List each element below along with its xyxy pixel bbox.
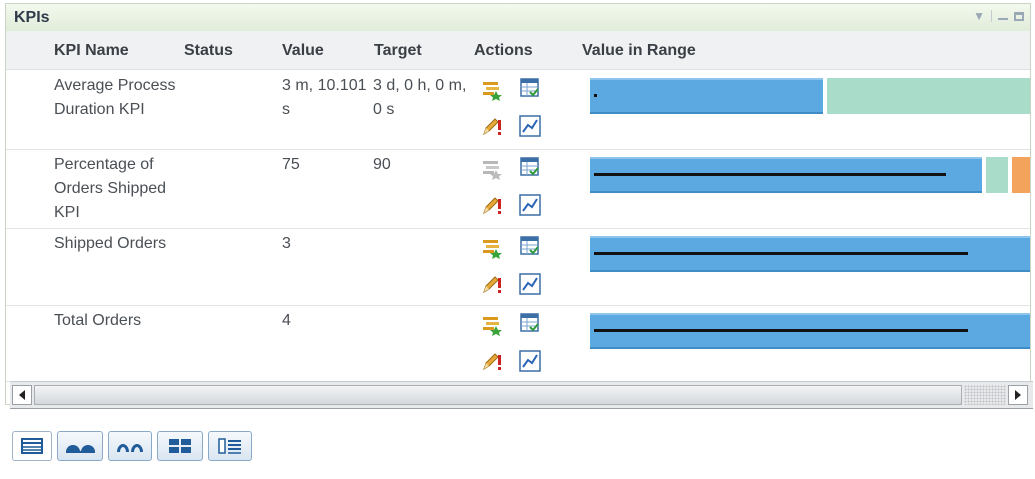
edit-alert-icon[interactable] <box>480 193 504 217</box>
kpi-value-cell: 75 <box>282 156 300 173</box>
column-header-kpi-name[interactable]: KPI Name <box>54 42 129 60</box>
value-in-range-bar <box>590 313 1030 349</box>
edit-alert-icon[interactable] <box>480 349 504 373</box>
scroll-right-button[interactable] <box>1008 385 1028 405</box>
value-indicator-line <box>594 252 968 255</box>
dropdown-arrow-icon[interactable]: ▼ <box>973 10 985 22</box>
kpis-panel: KPIs ▼ KPI Name Status Value Target Acti… <box>5 3 1033 409</box>
set-target-icon <box>480 157 504 181</box>
maximize-icon[interactable] <box>1014 11 1024 21</box>
view-details-icon[interactable] <box>518 234 542 258</box>
value-in-range-bar <box>590 157 1030 193</box>
column-header-target[interactable]: Target <box>374 42 422 60</box>
list-view-icon <box>218 438 241 454</box>
kpi-value-cell: 3 <box>282 235 291 252</box>
view-chart-icon[interactable] <box>518 272 542 296</box>
list-view-button[interactable] <box>208 431 252 461</box>
range-band-mid <box>827 78 1030 114</box>
scroll-left-button[interactable] <box>12 385 32 405</box>
column-header-status[interactable]: Status <box>184 42 233 60</box>
dial-gauge-view-icon <box>66 445 95 453</box>
scrollbar-track[interactable] <box>964 385 1006 405</box>
set-target-icon[interactable] <box>480 313 504 337</box>
column-header-value-in-range[interactable]: Value in Range <box>582 42 696 60</box>
half-gauge-view-icon <box>117 444 143 452</box>
table-row[interactable]: Percentage of Orders Shipped KPI 75 90 <box>6 149 1030 229</box>
panel-controls: ▼ <box>973 10 1024 22</box>
kpi-name-cell: Percentage of Orders Shipped KPI <box>54 156 167 221</box>
range-band-mid <box>986 157 1008 193</box>
view-chart-icon[interactable] <box>518 193 542 217</box>
table-header: KPI Name Status Value Target Actions Val… <box>6 31 1030 70</box>
grid-view-button[interactable] <box>157 431 203 461</box>
view-details-icon[interactable] <box>518 76 542 100</box>
range-band-high <box>1012 157 1030 193</box>
value-in-range-bar <box>590 78 1030 114</box>
view-chart-icon[interactable] <box>518 349 542 373</box>
table-view-icon <box>21 438 43 454</box>
kpi-value-cell: 3 m, 10.101 s <box>282 77 367 118</box>
arrow-left-icon <box>19 390 25 400</box>
value-indicator-line <box>594 329 968 332</box>
range-band-low <box>590 78 823 114</box>
edit-alert-icon[interactable] <box>480 114 504 138</box>
column-header-actions[interactable]: Actions <box>474 42 533 60</box>
table-row[interactable]: Shipped Orders 3 <box>6 228 1030 306</box>
panel-titlebar: KPIs ▼ <box>6 4 1030 32</box>
value-in-range-bar <box>590 236 1030 272</box>
edit-alert-icon[interactable] <box>480 272 504 296</box>
table-view-button[interactable] <box>12 431 52 461</box>
set-target-icon[interactable] <box>480 236 504 260</box>
value-indicator-line <box>594 173 946 176</box>
kpi-target-cell: 90 <box>373 156 391 173</box>
kpi-name-cell: Average Process Duration KPI <box>54 77 176 118</box>
panel-title: KPIs <box>14 9 50 26</box>
view-details-icon[interactable] <box>518 311 542 335</box>
set-target-icon[interactable] <box>480 78 504 102</box>
arrow-right-icon <box>1015 390 1021 400</box>
minimize-icon[interactable] <box>998 18 1008 20</box>
horizontal-scrollbar[interactable] <box>10 381 1033 409</box>
view-details-icon[interactable] <box>518 155 542 179</box>
value-indicator-line <box>594 94 597 97</box>
kpi-value-cell: 4 <box>282 312 291 329</box>
column-header-value[interactable]: Value <box>282 42 324 60</box>
dial-gauge-view-button[interactable] <box>57 431 103 461</box>
scrollbar-thumb[interactable] <box>34 385 962 405</box>
table-row[interactable]: Total Orders 4 <box>6 305 1030 382</box>
kpi-name-cell: Shipped Orders <box>54 235 167 252</box>
kpi-name-cell: Total Orders <box>54 312 142 329</box>
view-toolbar <box>12 431 252 461</box>
grid-view-icon <box>169 439 191 453</box>
table-row[interactable]: Average Process Duration KPI 3 m, 10.101 … <box>6 70 1030 150</box>
kpi-target-cell: 3 d, 0 h, 0 m, 0 s <box>373 77 467 118</box>
controls-divider <box>991 10 992 22</box>
view-chart-icon[interactable] <box>518 114 542 138</box>
half-gauge-view-button[interactable] <box>108 431 152 461</box>
